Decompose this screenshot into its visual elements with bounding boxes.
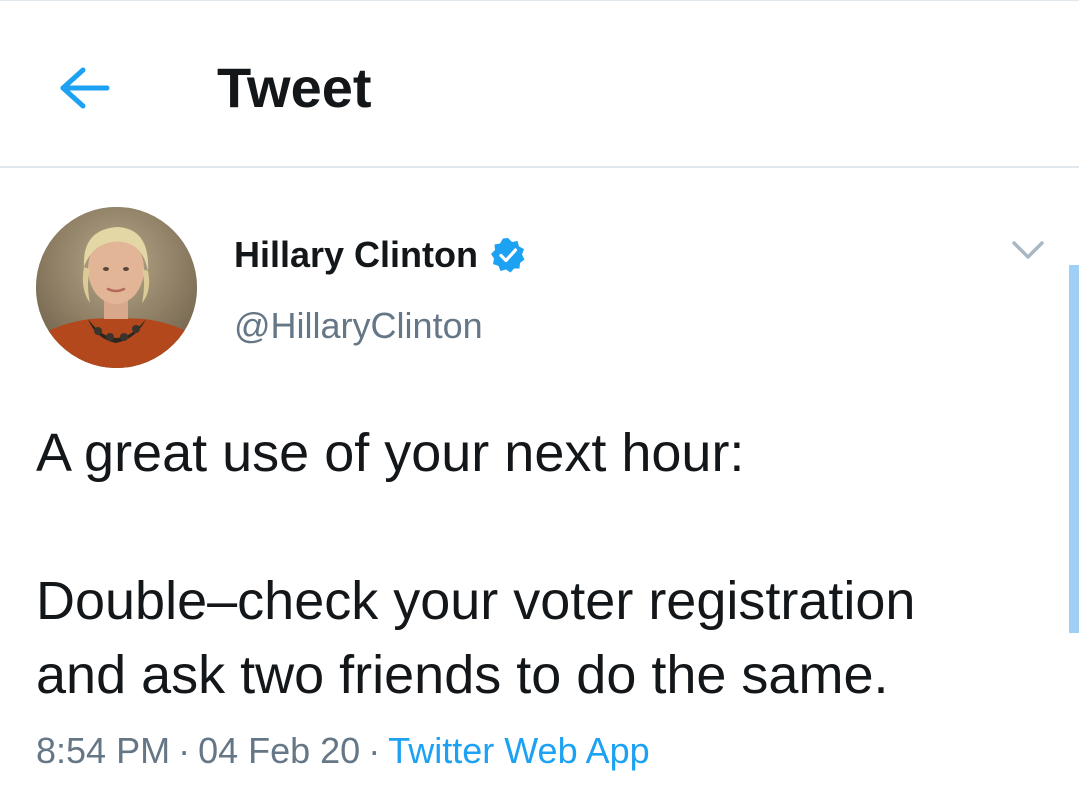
back-button[interactable]: [50, 58, 120, 118]
arrow-left-icon: [60, 67, 110, 109]
author-name[interactable]: Hillary Clinton: [234, 233, 478, 277]
tweet-source-link[interactable]: Twitter Web App: [388, 730, 649, 771]
page-title: Tweet: [217, 56, 372, 119]
meta-separator: ·: [178, 730, 191, 771]
author-name-row[interactable]: Hillary Clinton: [234, 230, 526, 280]
tweet-time[interactable]: 8:54 PM: [36, 730, 170, 771]
verified-badge-icon: [491, 238, 525, 273]
tweet-menu-button[interactable]: [1008, 232, 1048, 268]
meta-separator: ·: [368, 730, 381, 771]
chevron-down-icon: [1012, 241, 1044, 259]
tweet-date[interactable]: 04 Feb 20: [198, 730, 360, 771]
tweet-text-line: A great use of your next hour:: [36, 423, 745, 483]
tweet-text-line: and ask two friends to do the same.: [36, 645, 889, 705]
avatar[interactable]: [36, 207, 197, 368]
tweet-text-line: Double–check your voter registration: [36, 571, 916, 631]
tweet-meta: 8:54 PM · 04 Feb 20 · Twitter Web App: [36, 728, 650, 774]
avatar-photo: [36, 207, 197, 368]
author-handle[interactable]: @HillaryClinton: [234, 304, 483, 348]
app-header: Tweet: [0, 0, 1079, 168]
scrollbar[interactable]: [1069, 265, 1079, 633]
